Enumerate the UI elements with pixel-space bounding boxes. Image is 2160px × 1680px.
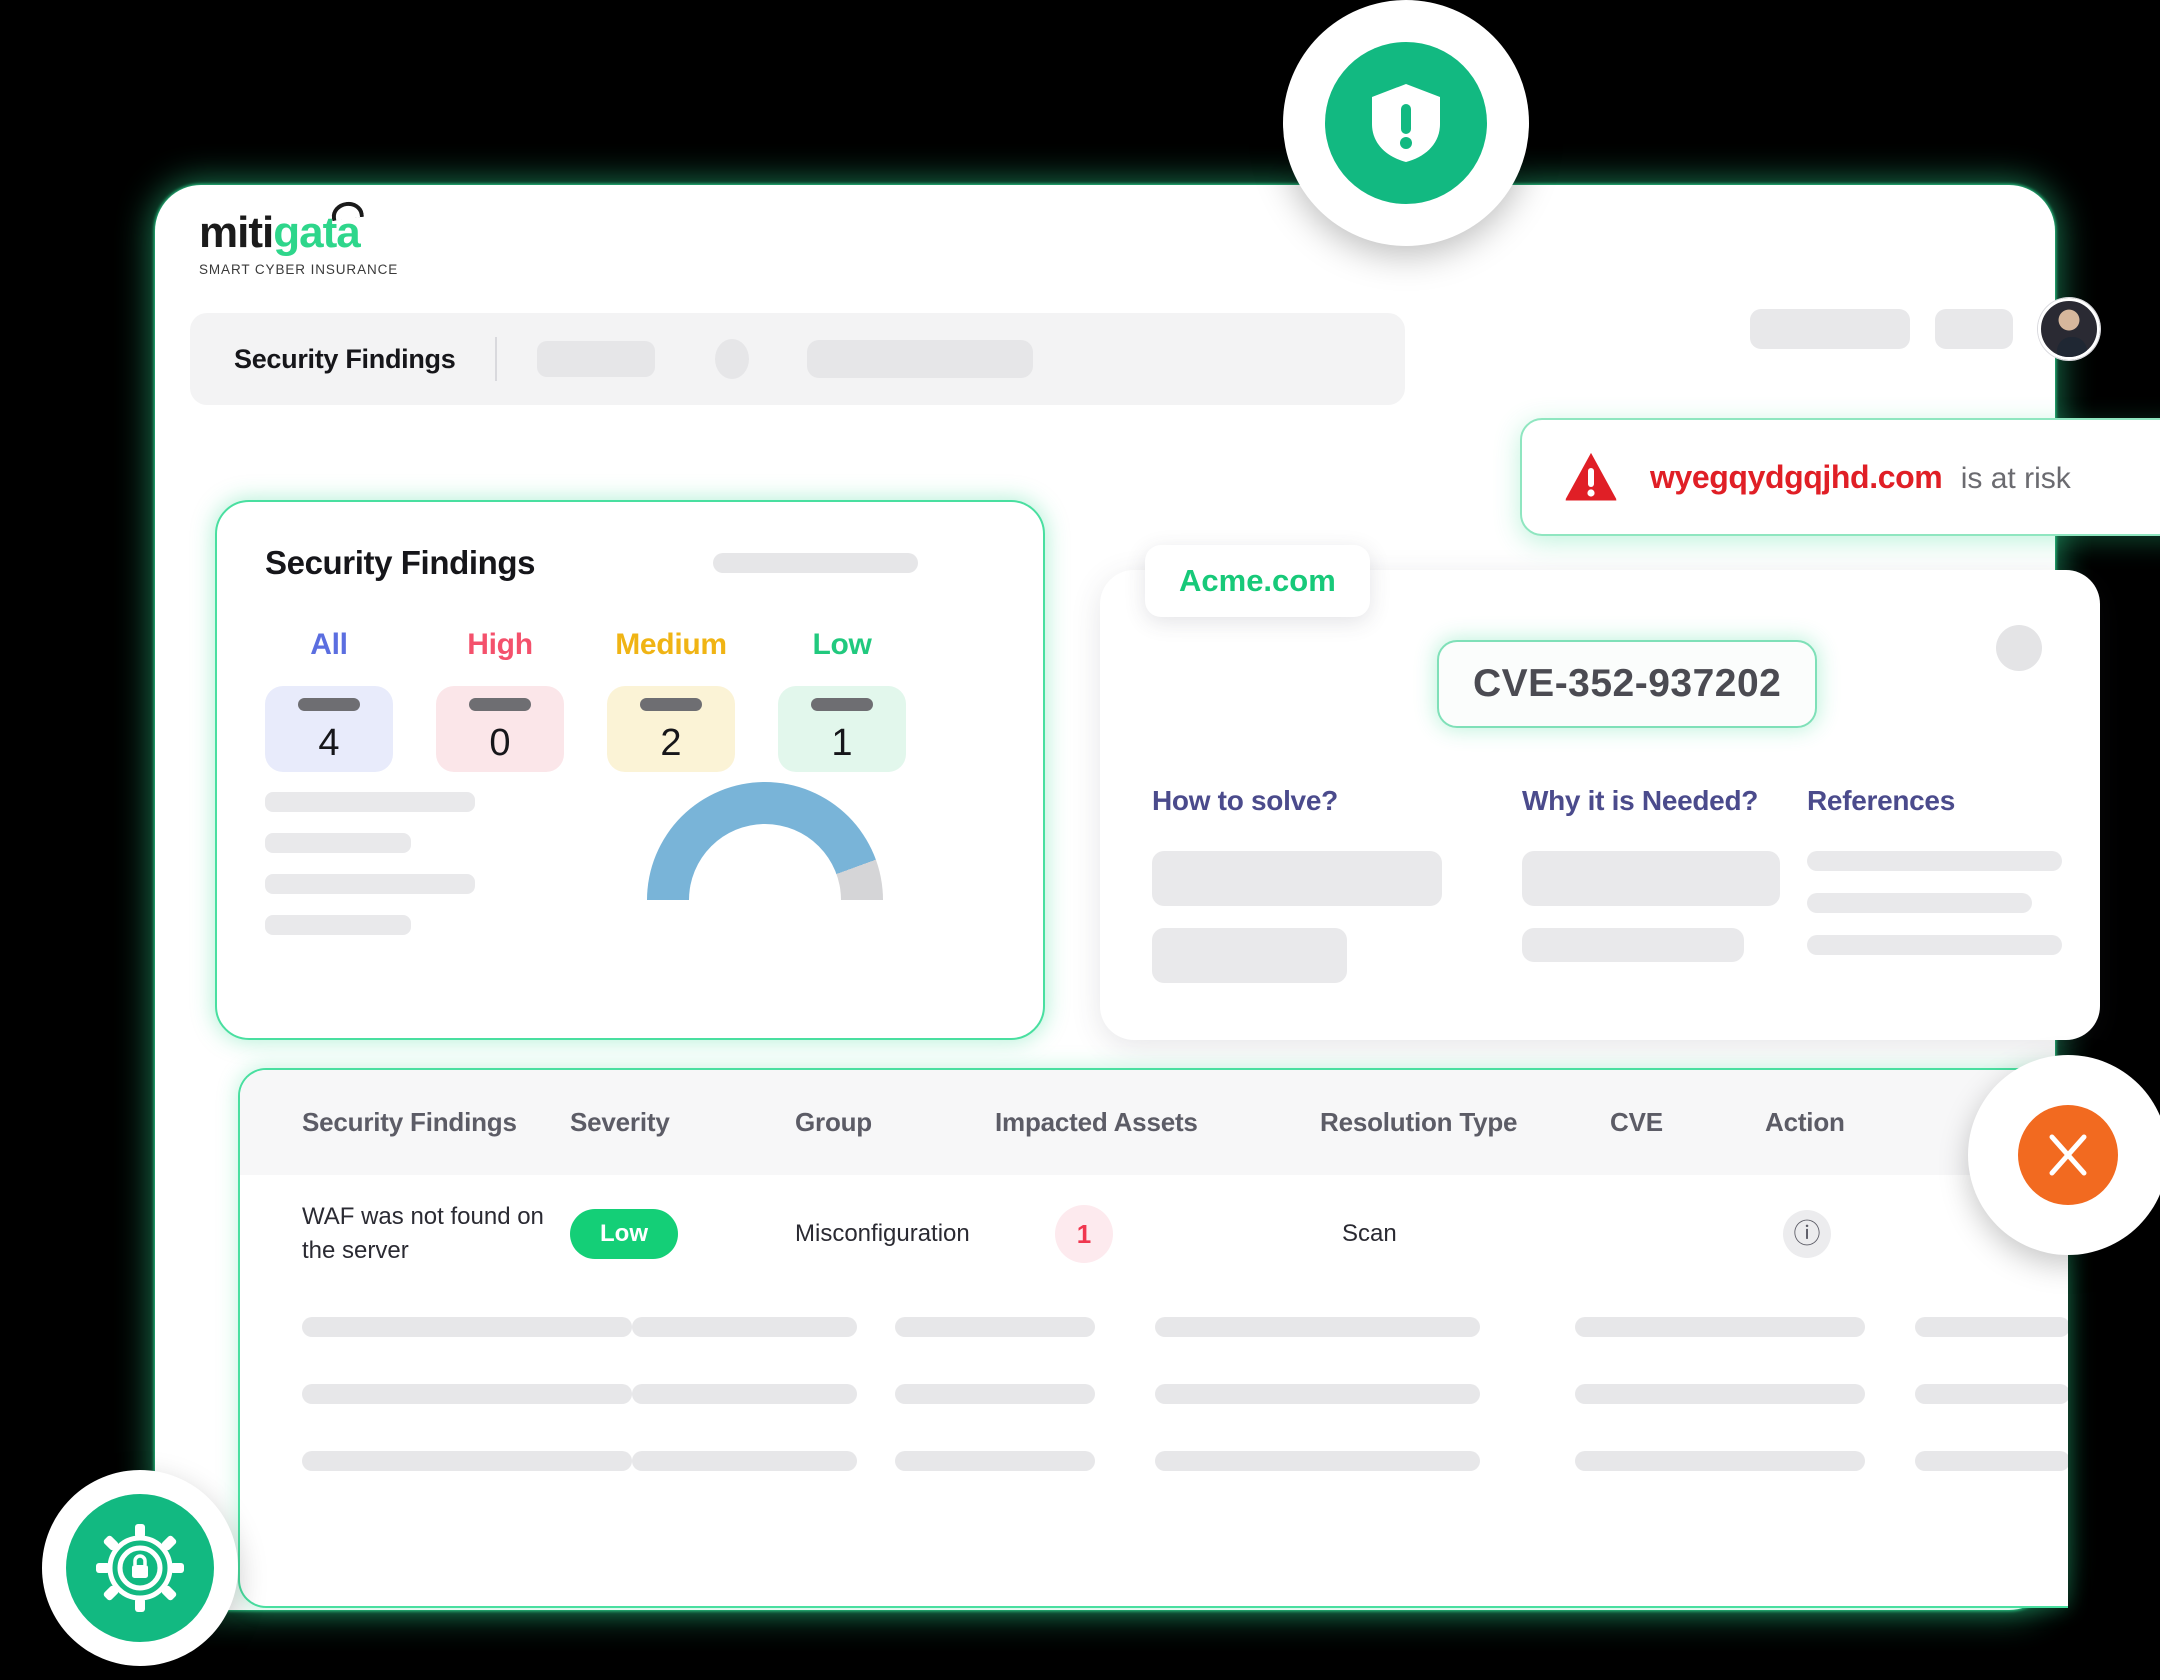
breadcrumb-placeholder-1: [537, 341, 656, 377]
severity-box: 4: [265, 686, 393, 772]
findings-card-header-placeholder: [713, 553, 919, 573]
tab-placeholder-3: [1807, 935, 2062, 955]
shield-icon: [1325, 42, 1487, 204]
findings-table: Security Findings Severity Group Impacte…: [238, 1068, 2068, 1608]
tab-label: How to solve?: [1152, 785, 1338, 816]
severity-counter-high[interactable]: High 0: [436, 628, 564, 772]
cell-severity: Low: [570, 1209, 795, 1259]
findings-card-title: Security Findings: [265, 544, 536, 581]
severity-bar: [640, 698, 702, 711]
cell-impacted-assets: 1: [995, 1205, 1320, 1263]
severity-box: 1: [778, 686, 906, 772]
severity-label: High: [467, 628, 533, 661]
severity-counter-all[interactable]: All 4: [265, 628, 393, 772]
breadcrumb-title: Security Findings: [234, 343, 456, 374]
group-text: Misconfiguration: [795, 1220, 970, 1247]
crossed-swords-icon: [2018, 1105, 2118, 1205]
table-header-cell: Resolution Type: [1320, 1107, 1518, 1137]
findings-placeholder-lines: [265, 792, 475, 956]
table-placeholder-row: [240, 1293, 2068, 1360]
company-chip[interactable]: Acme.com: [1145, 545, 1370, 617]
shield-badge: [1283, 0, 1529, 246]
severity-counter-medium[interactable]: Medium 2: [607, 628, 735, 772]
tab-placeholder-1: [1807, 851, 2062, 871]
risk-alert-banner[interactable]: wyegqydgqjhd.com is at risk: [1520, 418, 2160, 536]
status-badge: Low: [570, 1209, 678, 1259]
severity-box: 0: [436, 686, 564, 772]
tab-label: References: [1807, 785, 1955, 816]
alert-suffix: is at risk: [1960, 461, 2071, 495]
severity-bar: [469, 698, 531, 711]
severity-bar: [298, 698, 360, 711]
severity-bar: [811, 698, 873, 711]
detail-tabs: How to solve? Why it is Needed? Referenc…: [1152, 785, 2062, 983]
info-circle-icon[interactable]: ⓘ: [1783, 1210, 1831, 1258]
alert-domain: wyegqydgqjhd.com: [1650, 458, 1943, 495]
tab-references[interactable]: References: [1807, 785, 2062, 983]
table-header-row: Security Findings Severity Group Impacte…: [240, 1070, 2068, 1175]
severity-count: 0: [489, 722, 511, 764]
security-findings-card: Security Findings All 4 High 0 Medium 2 Low 1: [215, 500, 1045, 1040]
brand-name-dark: miti: [199, 208, 274, 257]
gear-badge: [42, 1470, 238, 1666]
severity-label: All: [310, 628, 348, 661]
avatar[interactable]: [2038, 298, 2100, 360]
resolution-type-text: Scan: [1342, 1220, 1397, 1247]
tab-placeholder-2: [1807, 893, 2032, 913]
cve-id-chip[interactable]: CVE-352-937202: [1437, 640, 1818, 728]
header-placeholder-wide[interactable]: [1750, 309, 1910, 349]
swords-badge: [1968, 1055, 2160, 1255]
breadcrumb-divider: [495, 337, 498, 381]
header-placeholder-small[interactable]: [1935, 309, 2013, 349]
breadcrumb: Security Findings: [190, 313, 1405, 405]
tab-placeholder-1: [1152, 851, 1442, 906]
table-row[interactable]: WAF was not found on the server Low Misc…: [240, 1175, 2068, 1293]
tab-placeholder-2: [1152, 928, 1347, 983]
table-header-cell: Severity: [570, 1107, 670, 1137]
tab-why-needed[interactable]: Why it is Needed?: [1522, 785, 1807, 983]
breadcrumb-placeholder-dot: [715, 339, 750, 379]
table-header-cell: CVE: [1610, 1107, 1663, 1137]
severity-counter-low[interactable]: Low 1: [778, 628, 906, 772]
finding-text: WAF was not found on the server: [302, 1202, 544, 1264]
table-header-cell: Impacted Assets: [995, 1107, 1198, 1137]
severity-box: 2: [607, 686, 735, 772]
brand-wordmark: mitigata: [199, 199, 364, 257]
table-header-cell: Security Findings: [302, 1107, 517, 1137]
table-placeholder-row: [240, 1427, 2068, 1494]
tab-placeholder-2: [1522, 928, 1744, 962]
impacted-assets-count: 1: [1055, 1205, 1113, 1263]
brand-logo: mitigata SMART CYBER INSURANCE: [199, 199, 399, 277]
severity-label: Low: [812, 628, 872, 661]
tab-how-to-solve[interactable]: How to solve?: [1152, 785, 1522, 983]
risk-gauge: [647, 782, 883, 932]
severity-count: 1: [831, 722, 853, 764]
cell-group: Misconfiguration: [795, 1220, 995, 1248]
cell-finding: WAF was not found on the server: [240, 1200, 570, 1268]
breadcrumb-placeholder-2: [807, 340, 1034, 378]
severity-label: Medium: [615, 628, 727, 661]
cell-resolution-type: Scan: [1320, 1220, 1610, 1248]
findings-card-header: Security Findings: [265, 544, 998, 582]
risk-gauge-ring: [647, 782, 883, 932]
tab-placeholder-1: [1522, 851, 1780, 906]
header-actions: [1750, 298, 2100, 360]
brand-tagline: SMART CYBER INSURANCE: [199, 262, 399, 277]
warning-triangle-icon: [1560, 448, 1622, 506]
severity-count: 2: [660, 722, 682, 764]
severity-counters: All 4 High 0 Medium 2 Low 1: [265, 628, 998, 772]
table-placeholder-row: [240, 1360, 2068, 1427]
table-header-cell: Group: [795, 1107, 872, 1137]
panel-menu-dot[interactable]: [1996, 625, 2042, 671]
tab-label: Why it is Needed?: [1522, 785, 1759, 816]
severity-count: 4: [318, 722, 340, 764]
gear-lock-icon: [66, 1494, 214, 1642]
